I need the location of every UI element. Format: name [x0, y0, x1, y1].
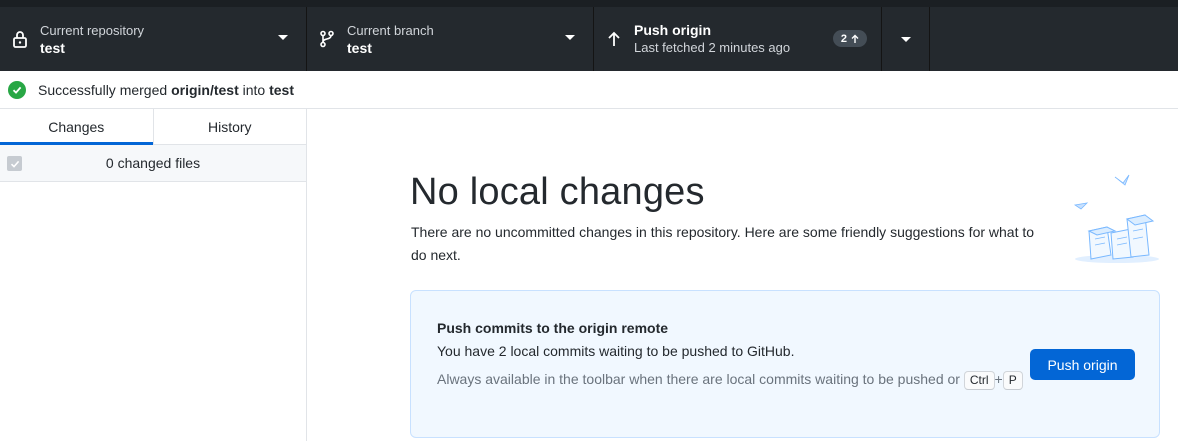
tab-history[interactable]: History: [152, 109, 307, 144]
ahead-count: 2: [840, 32, 847, 45]
repository-name: test: [40, 39, 65, 56]
sidebar: Changes History 0 changed files: [0, 109, 307, 441]
push-card-title: Push commits to the origin remote: [437, 320, 669, 336]
push-commits-card: Push commits to the origin remote You ha…: [410, 290, 1160, 438]
branch-name: test: [347, 39, 372, 56]
main-content: No local changes There are no uncommitte…: [307, 109, 1178, 441]
lock-icon: [0, 30, 40, 48]
repository-label: Current repository: [40, 22, 145, 38]
push-label: Push origin: [634, 21, 711, 38]
current-repository-button[interactable]: Current repository test: [0, 7, 307, 71]
tab-changes[interactable]: Changes: [0, 109, 153, 145]
branch-label: Current branch: [347, 22, 434, 38]
push-origin-card-button[interactable]: Push origin: [1030, 349, 1135, 380]
push-options-dropdown[interactable]: [882, 7, 930, 71]
merge-success-banner: Successfully merged origin/test into tes…: [0, 71, 1178, 109]
page-title: No local changes: [410, 171, 705, 213]
banner-source-branch: origin/test: [171, 81, 239, 98]
chevron-down-icon: [565, 35, 575, 40]
banner-message: Successfully merged origin/test into tes…: [38, 82, 294, 98]
chevron-down-icon: [278, 35, 288, 40]
check-icon: [10, 160, 19, 168]
toolbar: Current repository test Current branch t…: [0, 0, 1178, 71]
current-branch-button[interactable]: Current branch test: [307, 7, 594, 71]
chevron-down-icon: [900, 36, 911, 42]
check-circle-icon: [8, 80, 26, 99]
branch-icon: [307, 30, 347, 48]
push-origin-button[interactable]: Push origin Last fetched 2 minutes ago 2: [594, 7, 882, 71]
banner-target-branch: test: [269, 81, 294, 98]
push-card-hint: Always available in the toolbar when the…: [437, 368, 1027, 391]
arrow-up-icon: [594, 31, 634, 47]
ahead-count-badge: 2: [832, 30, 867, 47]
arrow-up-icon: [851, 34, 859, 43]
shortcut-key-p: P: [1002, 371, 1023, 390]
shortcut-plus: +: [994, 371, 1003, 387]
empty-state-illustration: [1073, 174, 1159, 263]
select-all-checkbox[interactable]: [7, 156, 22, 171]
changed-files-count: 0 changed files: [105, 155, 201, 171]
sidebar-tabs: Changes History: [0, 109, 306, 145]
changes-list-header: 0 changed files: [0, 145, 306, 182]
push-card-body: You have 2 local commits waiting to be p…: [437, 343, 795, 359]
last-fetched-text: Last fetched 2 minutes ago: [634, 39, 791, 55]
banner-prefix: Successfully merged: [38, 81, 168, 98]
page-description: There are no uncommitted changes in this…: [411, 224, 1035, 263]
shortcut-key-ctrl: Ctrl: [963, 371, 995, 390]
banner-middle: into: [242, 81, 266, 98]
push-card-hint-text: Always available in the toolbar when the…: [437, 371, 960, 387]
